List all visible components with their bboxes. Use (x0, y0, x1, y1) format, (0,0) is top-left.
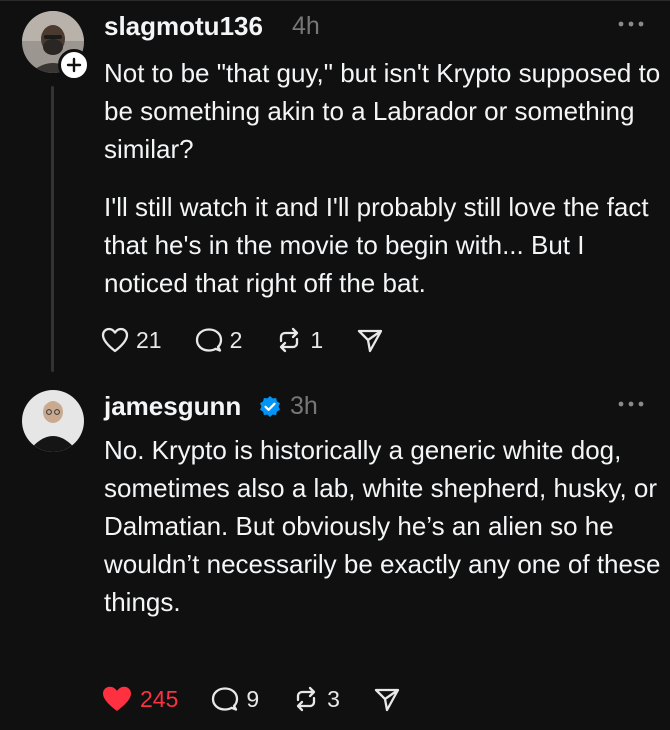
reply-post-jamesgunn: jamesgunn 3h No. Krypto is historically … (0, 376, 670, 730)
verified-badge-icon (258, 395, 282, 424)
avatar[interactable] (22, 390, 84, 452)
thread-line (51, 86, 54, 372)
share-button[interactable] (372, 685, 402, 713)
like-count: 21 (136, 326, 162, 353)
repost-button[interactable]: 1 (274, 326, 323, 354)
comment-icon (212, 687, 239, 711)
timestamp: 4h (292, 12, 320, 40)
follow-button[interactable] (58, 49, 90, 81)
timestamp: 3h (290, 392, 318, 420)
repost-icon (297, 686, 316, 712)
heart-filled-icon (103, 686, 131, 711)
repost-count: 1 (310, 326, 324, 353)
like-count: 245 (140, 685, 179, 712)
username[interactable]: jamesgunn (104, 391, 241, 422)
post-text-paragraph: Not to be "that guy," but isn't Krypto s… (104, 58, 661, 164)
reply-button[interactable]: 2 (194, 326, 243, 354)
user-avatar-image (22, 390, 84, 452)
more-options-icon[interactable] (614, 392, 648, 416)
more-options-icon[interactable] (614, 12, 648, 36)
repost-button[interactable]: 3 (291, 685, 340, 713)
comment-icon (195, 328, 222, 352)
reply-count: 2 (229, 326, 243, 353)
action-bar: 245 9 3 (100, 679, 434, 719)
like-button[interactable]: 245 (100, 684, 178, 714)
post-text-paragraph: I'll still watch it and I'll probably st… (104, 192, 649, 298)
action-bar: 21 2 1 (100, 320, 417, 360)
reply-post-slagmotu136: slagmotu136 4h Not to be "that guy," but… (0, 0, 670, 376)
reply-count: 9 (246, 685, 260, 712)
plus-icon (66, 57, 82, 73)
like-button[interactable]: 21 (100, 326, 162, 354)
send-icon (358, 329, 383, 353)
reply-button[interactable]: 9 (210, 685, 259, 713)
username[interactable]: slagmotu136 (104, 11, 263, 42)
send-icon (374, 688, 400, 712)
repost-count: 3 (327, 685, 340, 712)
repost-icon (280, 327, 299, 353)
share-button[interactable] (355, 326, 385, 354)
post-text-paragraph: No. Krypto is historically a generic whi… (104, 435, 661, 617)
heart-icon (101, 327, 129, 353)
